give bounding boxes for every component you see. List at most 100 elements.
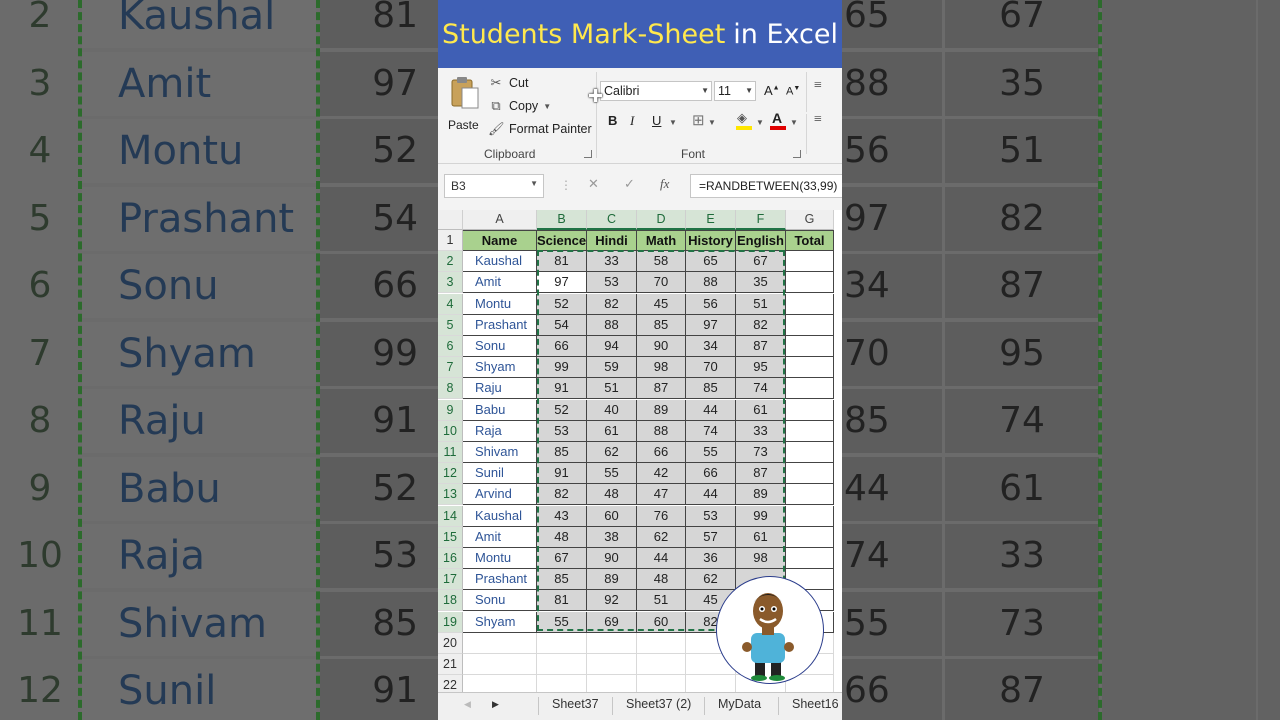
row-header[interactable]: 7 [438,357,463,379]
mark-cell[interactable]: 85 [637,314,686,336]
column-header-b[interactable]: B [537,210,587,230]
total-cell[interactable] [786,526,834,548]
total-cell[interactable] [786,420,834,442]
active-cell[interactable]: 97 [537,272,587,294]
mark-cell[interactable]: 61 [736,399,786,421]
insert-function-icon[interactable]: fx [660,176,669,192]
name-box[interactable]: B3 ▼ [444,174,544,198]
mark-cell[interactable]: 74 [686,420,736,442]
tab-sheet37[interactable]: Sheet37 [552,697,599,711]
column-header-g[interactable]: G [786,210,834,230]
mark-cell[interactable]: 44 [637,548,686,569]
shrink-font-button[interactable]: A▼ [786,85,800,98]
name-cell[interactable]: Montu [463,293,537,315]
total-cell[interactable] [786,336,834,357]
mark-cell[interactable]: 48 [637,569,686,591]
mark-cell[interactable]: 66 [686,463,736,485]
mark-cell[interactable]: 82 [537,484,587,506]
row-header[interactable]: 18 [438,590,463,612]
empty-cell[interactable] [463,632,537,654]
row-header[interactable]: 8 [438,378,463,400]
cancel-icon[interactable]: ✕ [588,176,599,192]
chevron-down-icon[interactable]: ▼ [530,179,538,188]
row-header[interactable]: 12 [438,463,463,485]
name-cell[interactable]: Sonu [463,590,537,612]
row-header[interactable]: 4 [438,293,463,315]
font-launcher-icon[interactable] [793,150,801,158]
borders-icon[interactable]: ⊞ [692,111,705,130]
mark-cell[interactable]: 56 [686,293,736,315]
align-left-icon[interactable]: ≡ [814,112,822,128]
column-header-d[interactable]: D [637,210,686,230]
mark-cell[interactable]: 94 [587,336,637,357]
header-cell-name[interactable]: Name [463,230,537,251]
mark-cell[interactable]: 36 [686,548,736,569]
mark-cell[interactable]: 55 [686,442,736,463]
chevron-down-icon[interactable]: ▼ [543,102,551,111]
tab-sheet16[interactable]: Sheet16 [792,697,839,711]
mark-cell[interactable]: 66 [537,336,587,357]
mark-cell[interactable]: 89 [736,484,786,506]
mark-cell[interactable]: 91 [537,378,587,400]
name-cell[interactable]: Raju [463,378,537,400]
mark-cell[interactable]: 47 [637,484,686,506]
mark-cell[interactable]: 40 [587,399,637,421]
mark-cell[interactable]: 48 [587,484,637,506]
total-cell[interactable] [786,293,834,315]
header-cell-science[interactable]: Science [537,230,587,251]
mark-cell[interactable]: 67 [537,548,587,569]
mark-cell[interactable]: 73 [736,442,786,463]
mark-cell[interactable]: 61 [736,526,786,548]
mark-cell[interactable]: 53 [587,272,637,294]
tab-sheet37-2[interactable]: Sheet37 (2) [626,697,691,711]
font-color-button[interactable]: A [770,110,788,130]
mark-cell[interactable]: 51 [736,293,786,315]
mark-cell[interactable]: 57 [686,526,736,548]
mark-cell[interactable]: 51 [637,590,686,612]
mark-cell[interactable]: 97 [686,314,736,336]
row-header[interactable]: 14 [438,505,463,527]
mark-cell[interactable]: 62 [637,526,686,548]
name-cell[interactable]: Babu [463,399,537,421]
clipboard-launcher-icon[interactable] [584,150,592,158]
header-cell-history[interactable]: History [686,230,736,251]
mark-cell[interactable]: 62 [587,442,637,463]
mark-cell[interactable]: 67 [736,251,786,273]
empty-cell[interactable] [537,654,587,675]
paste-button[interactable]: Paste [446,76,486,136]
mark-cell[interactable]: 92 [587,590,637,612]
header-cell-english[interactable]: English [736,230,786,251]
mark-cell[interactable]: 53 [537,420,587,442]
mark-cell[interactable]: 95 [736,357,786,379]
empty-cell[interactable] [637,654,686,675]
row-header[interactable]: 16 [438,548,463,569]
total-cell[interactable] [786,357,834,379]
mark-cell[interactable]: 70 [686,357,736,379]
mark-cell[interactable]: 54 [537,314,587,336]
total-cell[interactable] [786,484,834,506]
mark-cell[interactable]: 53 [686,505,736,527]
name-cell[interactable]: Kaushal [463,505,537,527]
next-sheet-icon[interactable]: ▶ [492,699,499,710]
row-header[interactable]: 9 [438,399,463,421]
mark-cell[interactable]: 85 [686,378,736,400]
mark-cell[interactable]: 35 [736,272,786,294]
mark-cell[interactable]: 91 [537,463,587,485]
mark-cell[interactable]: 85 [537,442,587,463]
mark-cell[interactable]: 66 [637,442,686,463]
mark-cell[interactable]: 89 [637,399,686,421]
italic-button[interactable]: I [630,113,634,129]
mark-cell[interactable]: 51 [587,378,637,400]
row-header[interactable]: 11 [438,442,463,463]
row-header[interactable]: 20 [438,632,463,654]
mark-cell[interactable]: 85 [537,569,587,591]
name-cell[interactable]: Amit [463,526,537,548]
row-header[interactable]: 5 [438,314,463,336]
cut-button[interactable]: ✂ Cut [488,76,529,91]
mark-cell[interactable]: 33 [587,251,637,273]
row-header[interactable]: 19 [438,611,463,633]
mark-cell[interactable]: 81 [537,590,587,612]
mark-cell[interactable]: 44 [686,484,736,506]
name-cell[interactable]: Raja [463,420,537,442]
mark-cell[interactable]: 74 [736,378,786,400]
